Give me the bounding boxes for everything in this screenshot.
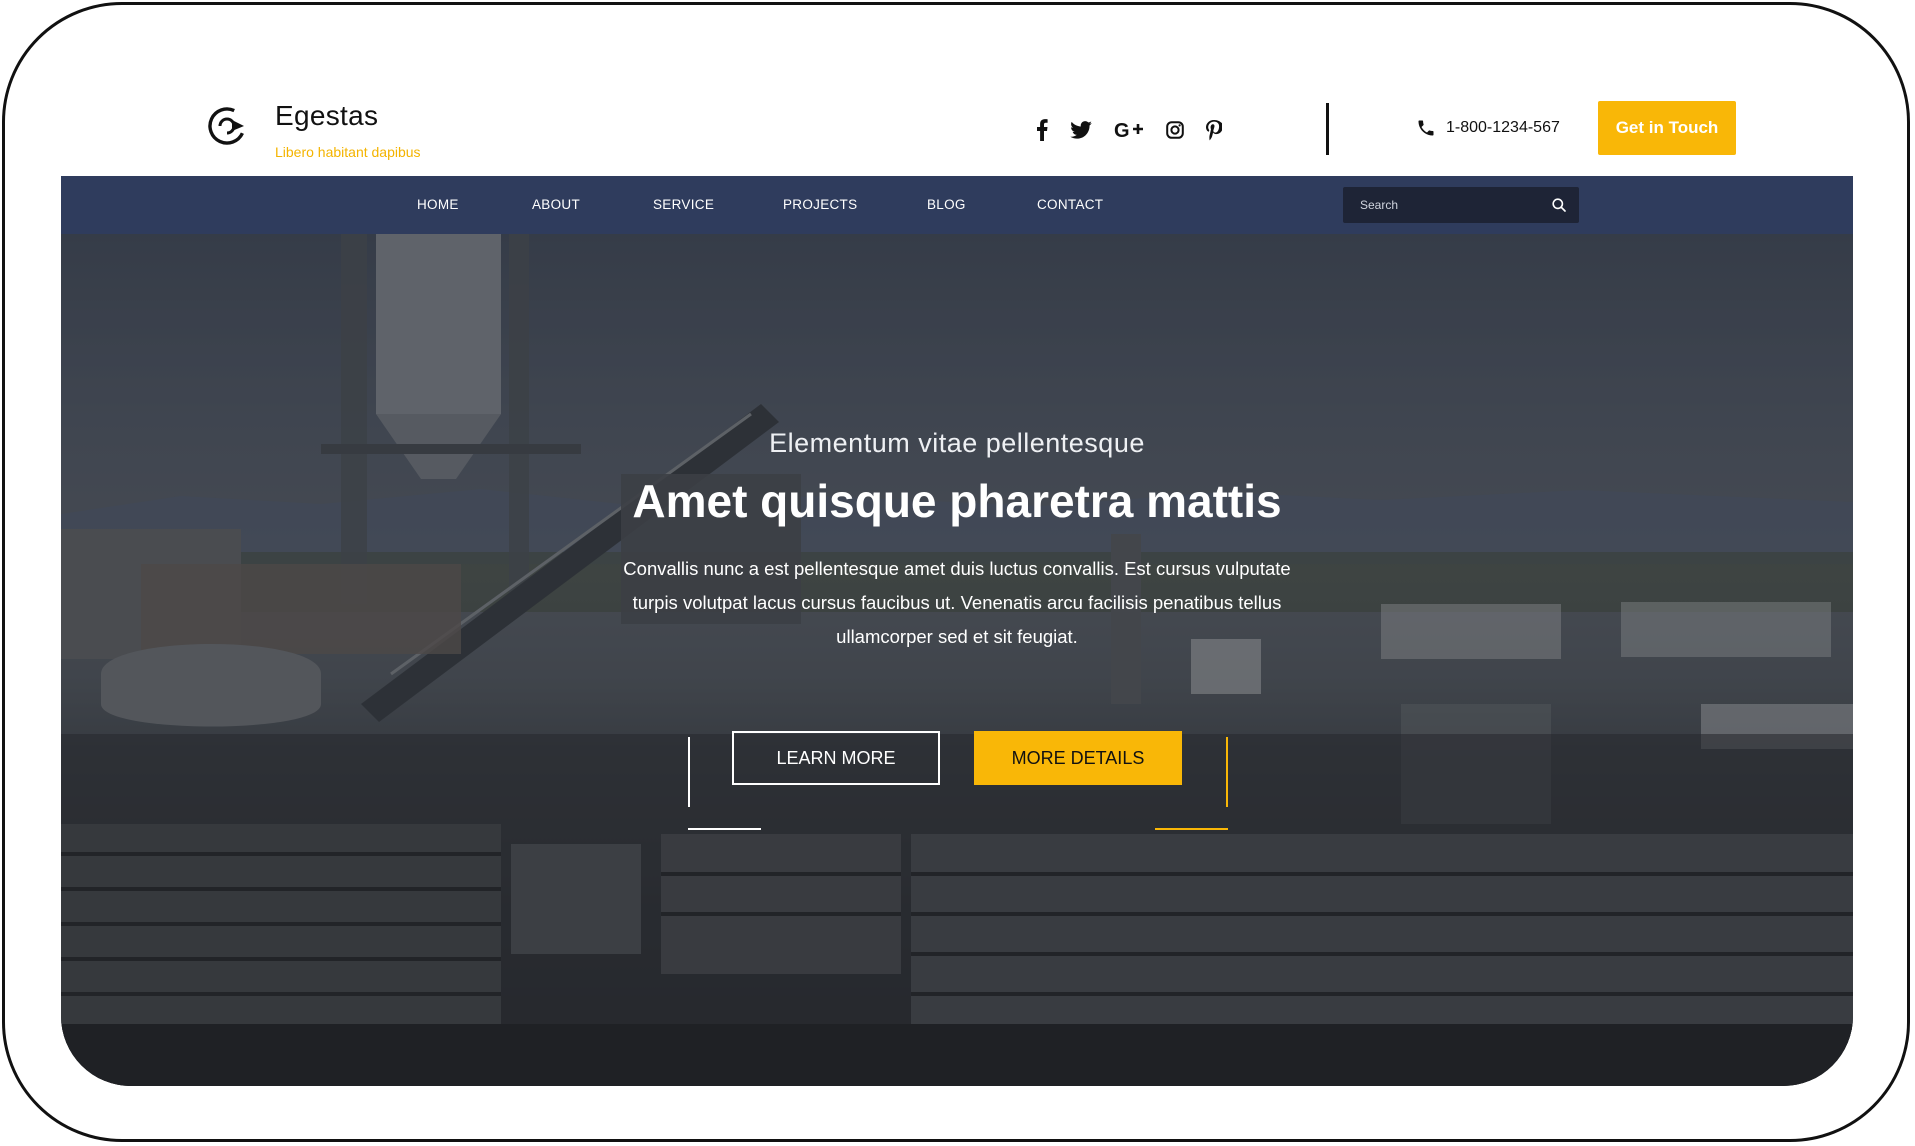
nav-about[interactable]: ABOUT	[532, 176, 580, 234]
nav-blog[interactable]: BLOG	[927, 176, 966, 234]
nav-service[interactable]: SERVICE	[653, 176, 714, 234]
brand-tagline: Libero habitant dapibus	[275, 144, 421, 160]
facebook-icon[interactable]	[1036, 116, 1048, 144]
nav-contact[interactable]: CONTACT	[1037, 176, 1103, 234]
decorative-line-left-bottom	[688, 828, 761, 830]
nav-home[interactable]: HOME	[417, 176, 459, 234]
social-links: G	[1036, 116, 1244, 144]
hero-title: Amet quisque pharetra mattis	[632, 475, 1282, 527]
get-in-touch-button[interactable]: Get in Touch	[1598, 101, 1736, 155]
instagram-icon[interactable]	[1166, 116, 1184, 144]
decorative-line-left	[688, 737, 690, 807]
main-navigation: HOME ABOUT SERVICE PROJECTS BLOG CONTACT	[61, 176, 1853, 234]
hero-overlay	[61, 234, 1853, 1086]
hero-subtitle: Elementum vitae pellentesque	[769, 428, 1145, 458]
twitter-icon[interactable]	[1070, 116, 1092, 144]
browser-viewport: Egestas Libero habitant dapibus G 1-800-…	[61, 78, 1853, 1086]
learn-more-button[interactable]: LEARN MORE	[732, 731, 940, 785]
circular-arrow-logo-icon[interactable]	[206, 105, 248, 147]
google-plus-icon[interactable]: G	[1114, 116, 1144, 144]
pinterest-icon[interactable]	[1206, 116, 1222, 144]
header-divider	[1326, 103, 1329, 155]
brand-name[interactable]: Egestas	[275, 100, 378, 132]
phone-number[interactable]: 1-800-1234-567	[1446, 119, 1560, 137]
search-icon[interactable]	[1551, 197, 1567, 213]
more-details-button[interactable]: MORE DETAILS	[974, 731, 1182, 785]
site-header: Egestas Libero habitant dapibus G 1-800-…	[61, 78, 1853, 176]
nav-projects[interactable]: PROJECTS	[783, 176, 857, 234]
search-box	[1343, 187, 1579, 223]
hero-section: Elementum vitae pellentesque Amet quisqu…	[61, 234, 1853, 1086]
decorative-line-right	[1226, 737, 1228, 807]
phone-icon	[1418, 120, 1434, 136]
decorative-line-right-bottom	[1155, 828, 1228, 830]
svg-text:G: G	[1114, 120, 1130, 140]
search-input[interactable]	[1343, 187, 1539, 223]
phone-contact[interactable]: 1-800-1234-567	[1416, 118, 1560, 138]
hero-description: Convallis nunc a est pellentesque amet d…	[623, 558, 1291, 647]
